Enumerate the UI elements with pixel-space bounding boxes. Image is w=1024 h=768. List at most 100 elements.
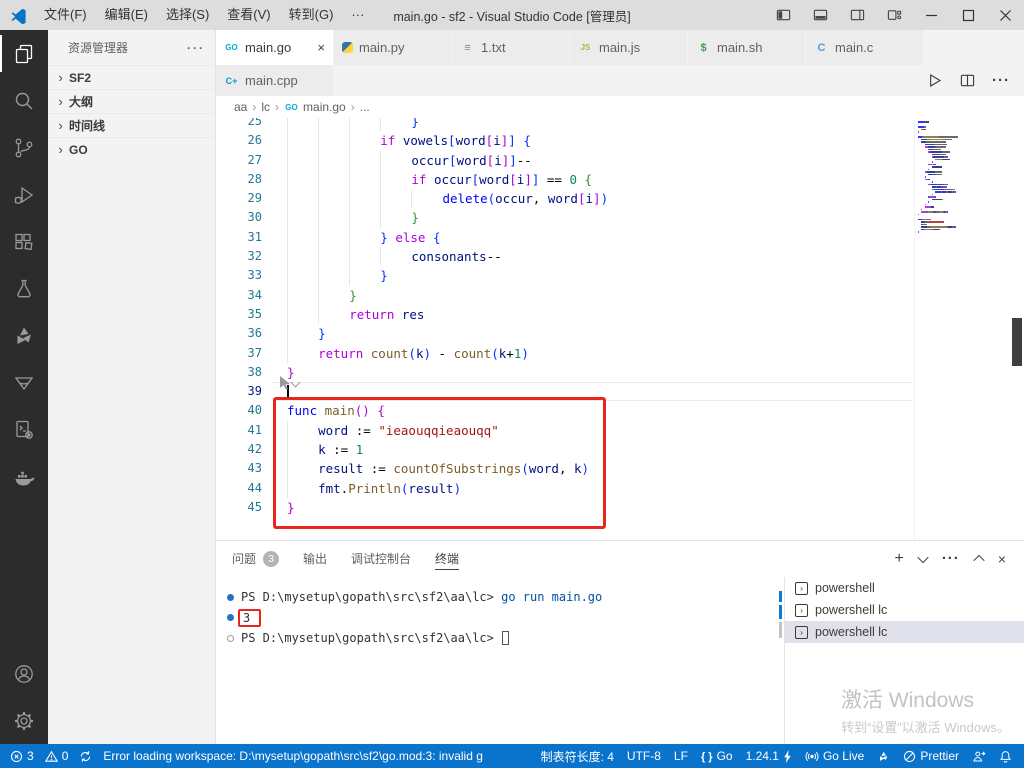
- sidebar-section-go[interactable]: › GO: [48, 137, 215, 161]
- panel-tab-调试控制台[interactable]: 调试控制台: [351, 541, 411, 576]
- sidebar-more-icon[interactable]: ···: [187, 41, 205, 55]
- breadcrumb-item[interactable]: lc: [261, 100, 270, 114]
- toggle-sidebar-icon[interactable]: [765, 0, 802, 30]
- minimap[interactable]: [914, 118, 1010, 540]
- code-token: word: [456, 152, 487, 168]
- maximize-button[interactable]: [950, 0, 987, 30]
- split-editor-icon[interactable]: [960, 73, 975, 88]
- status-item-UTF-8[interactable]: UTF-8: [627, 749, 661, 763]
- toggle-secondary-sidebar-icon[interactable]: [839, 0, 876, 30]
- testing-icon[interactable]: [0, 265, 48, 312]
- code-editor[interactable]: 25} 26 if vowels[word[i]] {27 occur[word[i]…: [216, 118, 1024, 540]
- menu-item[interactable]: 转到(G): [280, 4, 343, 26]
- tab-main.py[interactable]: main.py: [334, 30, 452, 65]
- tab-1.txt[interactable]: ≡ 1.txt: [452, 30, 570, 65]
- minimap-segment: [926, 171, 936, 173]
- editor-scrollbar-thumb[interactable]: [1012, 318, 1022, 366]
- terminal-list-item[interactable]: › powershell lc: [785, 599, 1024, 621]
- editor-scrollbar[interactable]: [1010, 118, 1024, 540]
- sidebar-section-时间线[interactable]: › 时间线: [48, 113, 215, 137]
- explorer-sidebar: 资源管理器 ··· › SF2 › 大纲 › 时间线 › GO: [48, 30, 216, 744]
- explorer-icon[interactable]: [0, 30, 48, 77]
- toggle-panel-icon[interactable]: [802, 0, 839, 30]
- code-runner-icon[interactable]: [0, 406, 48, 453]
- terminal-list-item[interactable]: › powershell: [785, 577, 1024, 599]
- breadcrumb-item[interactable]: aa: [234, 100, 247, 114]
- annotation-box-code: [273, 397, 606, 529]
- status-item-Go-Live[interactable]: Go Live: [805, 749, 864, 763]
- breadcrumb-item[interactable]: GO main.go: [284, 100, 345, 114]
- menu-item[interactable]: 文件(F): [35, 4, 96, 26]
- panel-tab-label: 问题: [232, 552, 257, 566]
- close-panel-icon[interactable]: ×: [998, 551, 1006, 567]
- minimize-button[interactable]: [913, 0, 950, 30]
- panel-tab-终端[interactable]: 终端: [435, 541, 460, 576]
- run-debug-icon[interactable]: [0, 171, 48, 218]
- status-item-Error-loading-worksp[interactable]: Error loading workspace: D:\mysetup\gopa…: [103, 749, 483, 763]
- maximize-panel-icon[interactable]: [973, 554, 985, 566]
- minimap-row: [918, 153, 1010, 155]
- menu-item[interactable]: 编辑(E): [96, 4, 157, 26]
- code-token: [: [577, 191, 586, 207]
- terminal-list-item[interactable]: › powershell lc: [785, 621, 1024, 643]
- tab-main.cpp[interactable]: C+ main.cpp: [216, 65, 334, 96]
- status-item-Prettier[interactable]: Prettier: [903, 749, 959, 763]
- source-control-icon[interactable]: [0, 124, 48, 171]
- sidebar-section-label: 大纲: [69, 95, 94, 109]
- account-icon[interactable]: [0, 650, 48, 697]
- menu-item[interactable]: 查看(V): [218, 4, 279, 26]
- status-item--4[interactable]: 制表符长度: 4: [541, 748, 614, 765]
- code-token: word: [455, 133, 486, 149]
- breadcrumb-item[interactable]: ...: [360, 100, 370, 114]
- extensions-icon[interactable]: [0, 218, 48, 265]
- extension-triangle-icon[interactable]: [0, 359, 48, 406]
- tab-main.js[interactable]: JS main.js: [570, 30, 688, 65]
- minimap-segment: [935, 173, 943, 175]
- status-item-Go[interactable]: { } Go: [701, 749, 733, 763]
- minimap-row: [918, 188, 1010, 190]
- tab-label: main.cpp: [245, 73, 298, 88]
- status-item-3[interactable]: 3: [10, 749, 34, 763]
- run-file-icon[interactable]: [926, 72, 943, 89]
- code-text: }: [271, 118, 912, 132]
- indent-guide: [349, 247, 380, 267]
- sidebar-section-sf2[interactable]: › SF2: [48, 65, 215, 89]
- minimap-row: [918, 181, 1010, 183]
- tab-main.go[interactable]: GO main.go ×: [216, 30, 334, 65]
- terminal-dropdown-icon[interactable]: [917, 551, 929, 563]
- indent-guide: [318, 169, 349, 190]
- breadcrumb[interactable]: aa › lc › GO main.go ›...: [216, 96, 1024, 118]
- status-item[interactable]: [999, 750, 1012, 763]
- panel-tab-label: 调试控制台: [351, 552, 412, 566]
- indent-guide: [349, 227, 380, 248]
- minimap-segment: [931, 153, 941, 155]
- close-tab-icon[interactable]: ×: [317, 40, 325, 55]
- extension-swirl-icon[interactable]: [0, 312, 48, 359]
- status-item[interactable]: [972, 750, 986, 763]
- menu-item[interactable]: 选择(S): [157, 4, 218, 26]
- search-icon[interactable]: [0, 77, 48, 124]
- panel-more-icon[interactable]: ···: [942, 550, 960, 567]
- status-item-1-24-1[interactable]: 1.24.1: [746, 749, 792, 763]
- menu-item[interactable]: ···: [342, 4, 373, 26]
- panel-tab-问题[interactable]: 问题 3: [232, 541, 280, 576]
- docker-icon[interactable]: [0, 453, 48, 500]
- panel-tab-输出[interactable]: 输出: [303, 541, 327, 576]
- status-item-0[interactable]: 0: [44, 749, 68, 763]
- editor-more-icon[interactable]: ···: [992, 72, 1010, 89]
- tab-main.sh[interactable]: $ main.sh: [688, 30, 806, 65]
- new-terminal-icon[interactable]: +: [894, 550, 903, 568]
- fold-chevron-icon[interactable]: [290, 377, 301, 388]
- settings-gear-icon[interactable]: [0, 697, 48, 744]
- minimap-segment: [924, 143, 935, 145]
- minimap-row: [918, 146, 1010, 148]
- sidebar-section-大纲[interactable]: › 大纲: [48, 89, 215, 113]
- tab-main.c[interactable]: Cmain.c: [806, 30, 924, 65]
- customize-layout-icon[interactable]: [876, 0, 913, 30]
- status-item[interactable]: [79, 750, 92, 763]
- status-item-LF[interactable]: LF: [674, 749, 688, 763]
- minimap-row: [918, 158, 1010, 160]
- close-button[interactable]: [987, 0, 1024, 30]
- terminal[interactable]: PS D:\mysetup\gopath\src\sf2\aa\lc> go r…: [216, 579, 783, 744]
- status-item[interactable]: [877, 750, 890, 763]
